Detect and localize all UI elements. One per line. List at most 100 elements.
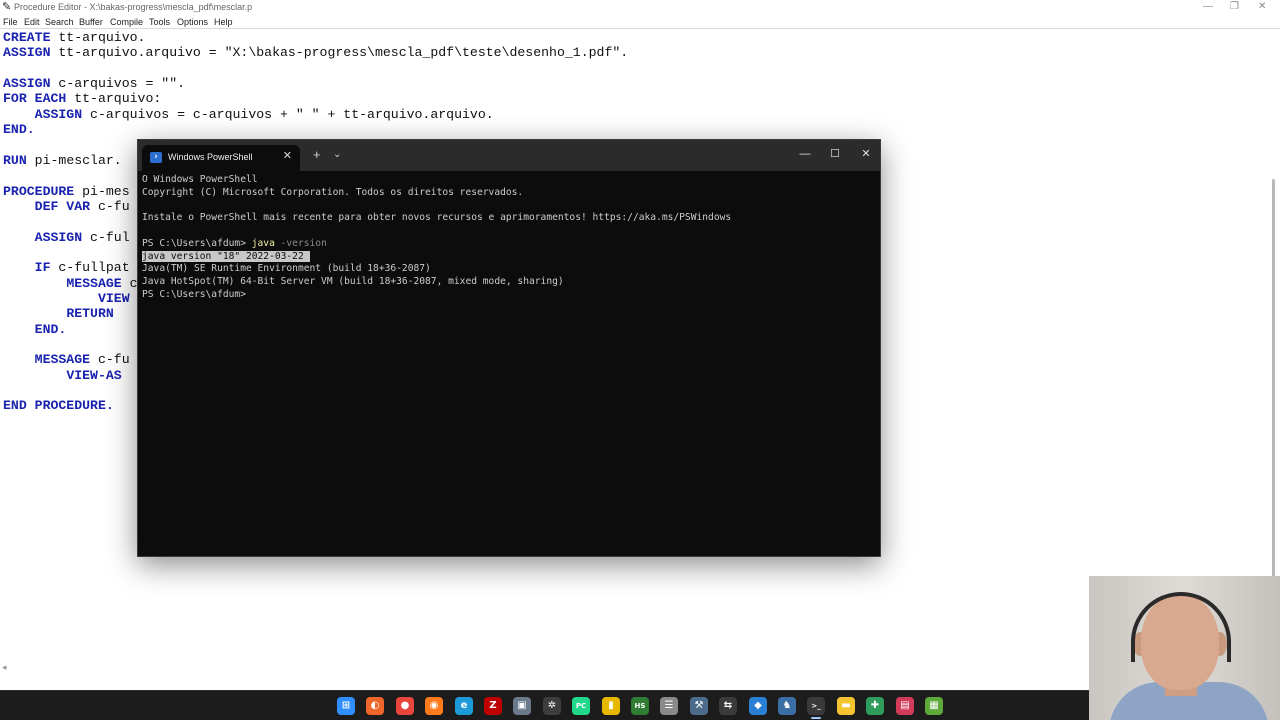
taskbar-edge-icon[interactable]: e bbox=[455, 697, 473, 715]
taskbar-app-doc-icon[interactable]: ▦ bbox=[925, 697, 943, 715]
scroll-left-icon[interactable]: ◂ bbox=[2, 661, 7, 673]
taskbar-chrome-icon[interactable]: ● bbox=[396, 697, 414, 715]
terminal-line: PS C:\Users\afdum> bbox=[142, 288, 246, 301]
code-line: FOR EACH tt-arquivo: bbox=[3, 91, 161, 106]
code-keyword: END PROCEDURE. bbox=[3, 398, 114, 414]
taskbar: ⊞ ◐ ● ◉ e Z ▣ ✲ PC ▮ HS ☰ ⚒ ⇆ ◆ ♞ >_ ▬ ✚ ▤ ▦ bbox=[0, 690, 1280, 720]
taskbar-app-hs-icon[interactable]: HS bbox=[631, 697, 649, 715]
terminal-text: Instale o PowerShell mais recente para o… bbox=[142, 212, 732, 224]
code-keyword: VIEW bbox=[97, 290, 130, 306]
taskbar-pycharm-icon[interactable]: PC bbox=[572, 697, 590, 715]
code-line: ASSIGN tt-arquivo.arquivo = "X:\bakas-pr… bbox=[3, 45, 628, 60]
code-keyword: ASSIGN bbox=[34, 229, 83, 245]
code-keyword: END. bbox=[3, 122, 35, 138]
code-text: tt-arquivo.arquivo = "X:\bakas-progress\… bbox=[50, 45, 629, 61]
code-text: c-arquivos = "". bbox=[50, 76, 186, 92]
code-text: pi-mes bbox=[74, 183, 130, 199]
taskbar-app-photo-icon[interactable]: ▤ bbox=[896, 697, 914, 715]
taskbar-vscode-icon[interactable]: ◆ bbox=[749, 697, 767, 715]
taskbar-app-yellow-icon[interactable]: ▮ bbox=[602, 697, 620, 715]
taskbar-app-orange-icon[interactable]: ◐ bbox=[366, 697, 384, 715]
code-text: c bbox=[121, 275, 138, 291]
code-keyword: ASSIGN bbox=[3, 76, 51, 92]
taskbar-terminal-icon[interactable]: >_ bbox=[807, 697, 825, 715]
terminal-prompt: PS C:\Users\afdum> bbox=[142, 237, 252, 249]
taskbar-postgres-icon[interactable]: ♞ bbox=[778, 697, 796, 715]
code-keyword: MESSAGE bbox=[34, 352, 91, 368]
code-text: c-fu bbox=[90, 198, 130, 214]
code-text: c-fullpat bbox=[50, 260, 130, 276]
menu-help[interactable]: Help bbox=[214, 16, 233, 28]
code-keyword: RUN bbox=[3, 152, 27, 168]
editor-titlebar: ✎ Procedure Editor - X:\bakas-progress\m… bbox=[0, 0, 1280, 15]
code-line: END PROCEDURE. bbox=[3, 398, 114, 413]
terminal-maximize-button[interactable]: ☐ bbox=[828, 147, 842, 161]
taskbar-start-icon[interactable]: ⊞ bbox=[337, 697, 355, 715]
code-keyword: IF bbox=[34, 260, 51, 276]
taskbar-filezilla-icon[interactable]: Z bbox=[484, 697, 502, 715]
taskbar-app-wheel-icon[interactable]: ✲ bbox=[543, 697, 561, 715]
taskbar-app-arrows-icon[interactable]: ⇆ bbox=[719, 697, 737, 715]
active-app-indicator bbox=[811, 717, 821, 719]
taskbar-app-window-icon[interactable]: ▣ bbox=[513, 697, 531, 715]
taskbar-app-tool-icon[interactable]: ⚒ bbox=[690, 697, 708, 715]
code-text: c-fu bbox=[90, 352, 130, 368]
webcam-overlay bbox=[1089, 576, 1280, 720]
taskbar-database-icon[interactable]: ☰ bbox=[660, 697, 678, 715]
taskbar-app-green-icon[interactable]: ✚ bbox=[866, 697, 884, 715]
editor-horizontal-scrollbar[interactable]: ◂ bbox=[0, 661, 1280, 673]
code-keyword: DEF VAR bbox=[34, 198, 91, 214]
editor-maximize-button[interactable]: ❐ bbox=[1230, 1, 1239, 12]
code-keyword: MESSAGE bbox=[66, 275, 122, 291]
code-text: tt-arquivo. bbox=[50, 30, 146, 45]
menu-search[interactable]: Search bbox=[45, 16, 74, 28]
terminal-text: O Windows PowerShell bbox=[142, 174, 258, 185]
tab-close-icon[interactable]: ✕ bbox=[283, 150, 292, 162]
terminal-output[interactable]: O Windows PowerShell Copyright (C) Micros… bbox=[138, 171, 880, 556]
menu-compile[interactable]: Compile bbox=[110, 16, 143, 28]
code-text: c-arquivos = c-arquivos + " " + tt-arqui… bbox=[82, 106, 494, 122]
terminal-text: Java HotSpot(TM) 64-Bit Server VM (build… bbox=[142, 276, 564, 287]
menu-options[interactable]: Options bbox=[177, 16, 208, 28]
code-keyword: PROCEDURE bbox=[3, 183, 75, 199]
code-line: ASSIGN c-arquivos = c-arquivos + " " + t… bbox=[3, 107, 494, 122]
code-keyword: FOR EACH bbox=[3, 91, 67, 107]
terminal-command: java bbox=[251, 237, 275, 249]
code-line: END. bbox=[3, 321, 67, 337]
taskbar-file-explorer-icon[interactable]: ▬ bbox=[837, 697, 855, 715]
editor-vertical-scrollbar[interactable] bbox=[1268, 29, 1280, 699]
tab-windows-powershell[interactable]: › Windows PowerShell ✕ bbox=[142, 145, 300, 171]
powershell-icon: › bbox=[150, 152, 162, 163]
taskbar-firefox-icon[interactable]: ◉ bbox=[425, 697, 443, 715]
tab-title: Windows PowerShell bbox=[168, 152, 253, 162]
code-keyword: VIEW-AS bbox=[66, 367, 122, 383]
menu-edit[interactable]: Edit bbox=[24, 16, 40, 28]
powershell-window[interactable]: › Windows PowerShell ✕ + ⌄ — ☐ ✕ O Windo… bbox=[137, 139, 881, 557]
code-keyword: RETURN bbox=[66, 306, 114, 322]
code-line: IF c-fullpat bbox=[3, 260, 130, 275]
tab-dropdown-icon[interactable]: ⌄ bbox=[333, 148, 341, 162]
code-keyword: ASSIGN bbox=[34, 106, 83, 122]
terminal-titlebar[interactable]: › Windows PowerShell ✕ + ⌄ — ☐ ✕ bbox=[138, 140, 880, 171]
code-line: ASSIGN c-ful bbox=[3, 230, 130, 245]
editor-minimize-button[interactable]: — bbox=[1203, 1, 1213, 12]
code-line: DEF VAR c-fu bbox=[3, 199, 130, 214]
terminal-selected-text: java version "18" 2022-03-22 bbox=[142, 250, 310, 262]
menu-tools[interactable]: Tools bbox=[149, 16, 170, 28]
terminal-close-button[interactable]: ✕ bbox=[859, 147, 873, 161]
terminal-minimize-button[interactable]: — bbox=[798, 147, 812, 161]
menu-file[interactable]: File bbox=[3, 16, 18, 28]
terminal-parameter: -version bbox=[274, 237, 327, 249]
menu-buffer[interactable]: Buffer bbox=[79, 16, 103, 28]
new-tab-button[interactable]: + bbox=[313, 148, 321, 162]
code-line: MESSAGE c bbox=[3, 275, 138, 291]
editor-close-button[interactable]: ✕ bbox=[1258, 1, 1266, 12]
code-keyword: END. bbox=[34, 321, 67, 337]
terminal-line: O Windows PowerShell bbox=[142, 173, 258, 186]
